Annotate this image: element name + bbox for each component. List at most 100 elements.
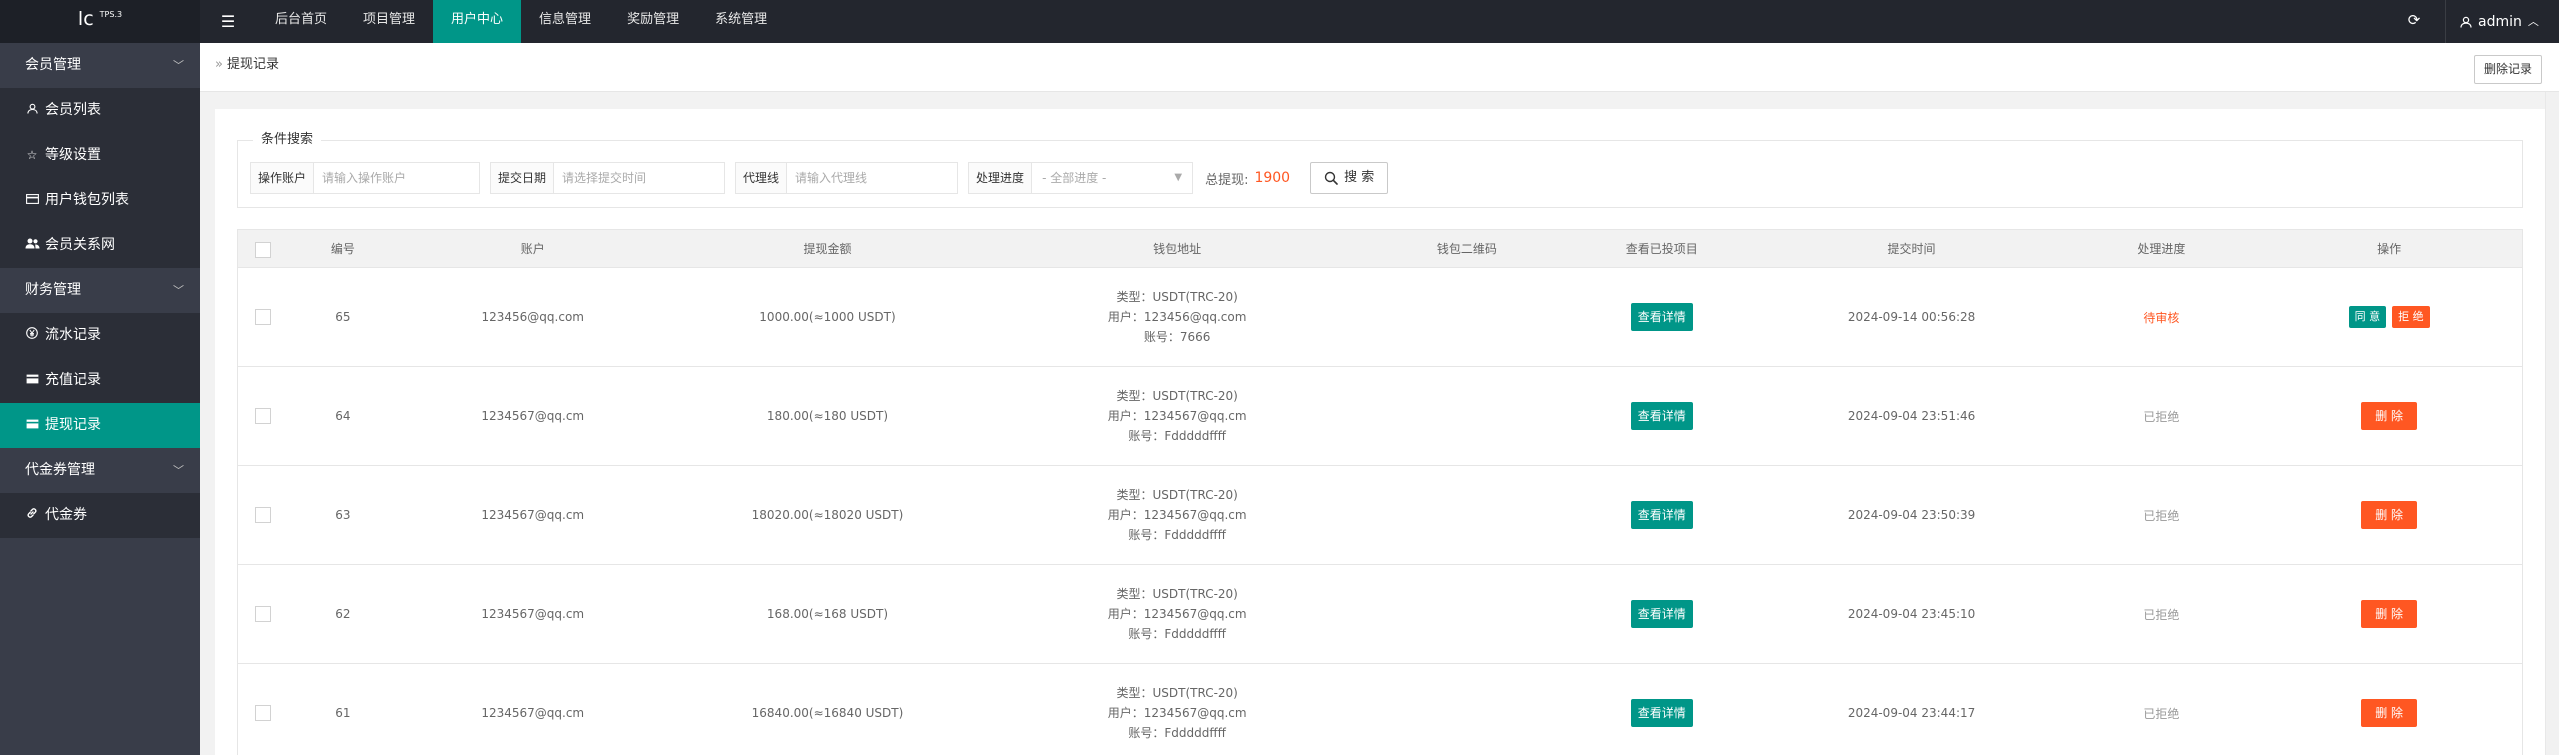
column-header[interactable]: 账户: [398, 230, 668, 267]
row-view-cell: 查看详情: [1567, 600, 1757, 628]
account-input[interactable]: [314, 163, 480, 193]
view-details-button[interactable]: 查看详情: [1630, 303, 1693, 331]
delete-records-button[interactable]: 删除记录: [2473, 55, 2542, 84]
row-time: 2024-09-04 23:51:46: [1847, 409, 1976, 423]
top-nav-info[interactable]: 信息管理: [521, 0, 609, 43]
search-fieldset: 条件搜索 操作账户 提交日期 代理线 处理进度 - 全部进度 - ▼ 总: [237, 131, 2523, 208]
sidebar-item-label: 等级设置: [45, 147, 101, 163]
date-label: 提交日期: [491, 163, 555, 193]
caret-down-icon: ▼: [1174, 172, 1183, 183]
row-status: 已拒绝: [2143, 409, 2180, 424]
top-nav-system[interactable]: 系统管理: [697, 0, 785, 43]
view-details-button[interactable]: 查看详情: [1630, 600, 1693, 628]
reject-button[interactable]: 拒 绝: [2392, 306, 2430, 328]
row-id: 63: [335, 508, 351, 522]
row-id: 62: [335, 607, 351, 621]
logo[interactable]: lc TPS.3: [0, 0, 200, 43]
refresh-icon[interactable]: ⟳: [2400, 0, 2428, 43]
delete-button[interactable]: 删 除: [2361, 600, 2418, 628]
column-header[interactable]: 提交时间: [1757, 230, 2067, 267]
search-icon: [1324, 171, 1338, 185]
row-time: 2024-09-14 00:56:28: [1847, 310, 1976, 324]
column-header[interactable]: 钱包地址: [987, 230, 1367, 267]
row-id: 65: [335, 310, 351, 324]
row-checkbox[interactable]: [254, 705, 271, 721]
delete-button[interactable]: 删 除: [2361, 501, 2418, 529]
wallet-type: 类型：USDT(TRC-20): [1116, 488, 1238, 502]
wallet-number: 账号：Fdddddffff: [1128, 627, 1226, 641]
row-actions: 删 除: [2256, 600, 2522, 628]
wallet-type: 类型：USDT(TRC-20): [1116, 587, 1238, 601]
column-header[interactable]: 提现金额: [668, 230, 988, 267]
account-label: 操作账户: [251, 163, 315, 193]
agent-label: 代理线: [736, 163, 788, 193]
sidebar-group-members[interactable]: 会员管理 ﹀: [0, 43, 200, 88]
card-icon: [25, 403, 39, 448]
breadcrumb-separator-icon: »: [215, 57, 223, 72]
column-header[interactable]: 编号: [288, 230, 398, 267]
row-checkbox[interactable]: [254, 507, 271, 523]
column-header[interactable]: 钱包二维码: [1367, 230, 1567, 267]
menu-toggle-icon[interactable]: ☰: [210, 0, 246, 43]
sidebar-item-member-list[interactable]: 会员列表: [0, 88, 200, 133]
view-details-button[interactable]: 查看详情: [1630, 402, 1693, 430]
search-button[interactable]: 搜 索: [1310, 162, 1389, 194]
row-wallet: 类型：USDT(TRC-20) 用户：1234567@qq.cm 账号：Fddd…: [987, 386, 1367, 446]
agent-input[interactable]: [787, 163, 958, 193]
user-menu[interactable]: admin ︿: [2460, 0, 2539, 43]
top-nav-projects[interactable]: 项目管理: [345, 0, 433, 43]
delete-button[interactable]: 删 除: [2361, 402, 2418, 430]
top-header: lc TPS.3 ☰ 后台首页 项目管理 用户中心 信息管理 奖励管理 系统管理 …: [0, 0, 2559, 43]
row-checkbox-cell: [238, 705, 288, 721]
row-checkbox[interactable]: [254, 309, 271, 325]
view-details-button[interactable]: 查看详情: [1630, 699, 1693, 727]
sidebar: 会员管理 ﹀ 会员列表 ☆ 等级设置 用户钱包列表 会员关系网 财务管理 ﹀ 流…: [0, 43, 200, 755]
top-nav-rewards[interactable]: 奖励管理: [609, 0, 697, 43]
row-amount: 168.00(≈168 USDT): [766, 607, 889, 621]
top-nav: 后台首页 项目管理 用户中心 信息管理 奖励管理 系统管理: [257, 0, 785, 43]
breadcrumb: » 提现记录: [215, 43, 279, 87]
sidebar-item-label: 流水记录: [45, 327, 101, 343]
row-amount: 18020.00(≈18020 USDT): [751, 508, 904, 522]
column-header[interactable]: 操作: [2256, 230, 2522, 267]
link-icon: [25, 493, 39, 538]
search-button-label: 搜 索: [1344, 170, 1375, 185]
search-legend: 条件搜索: [253, 131, 322, 149]
sidebar-item-withdrawals[interactable]: 提现记录: [0, 403, 200, 448]
row-view-cell: 查看详情: [1567, 303, 1757, 331]
approve-button[interactable]: 同 意: [2348, 306, 2387, 328]
sidebar-item-label: 用户钱包列表: [45, 192, 129, 208]
select-all-checkbox[interactable]: [254, 241, 271, 258]
select-all-cell: [238, 230, 288, 267]
sidebar-item-level-settings[interactable]: ☆ 等级设置: [0, 133, 200, 178]
row-view-cell: 查看详情: [1567, 699, 1757, 727]
sidebar-item-recharge[interactable]: 充值记录: [0, 358, 200, 403]
row-account: 1234567@qq.cm: [481, 706, 585, 720]
sidebar-item-member-network[interactable]: 会员关系网: [0, 223, 200, 268]
column-header[interactable]: 处理进度: [2066, 230, 2256, 267]
chevron-down-icon: ﹀: [173, 59, 184, 72]
chevron-down-icon: ﹀: [173, 284, 184, 297]
chevron-down-icon: ﹀: [173, 464, 184, 477]
row-checkbox[interactable]: [254, 408, 271, 424]
row-checkbox[interactable]: [254, 606, 271, 622]
sidebar-item-wallet-list[interactable]: 用户钱包列表: [0, 178, 200, 223]
sidebar-group-finance[interactable]: 财务管理 ﹀: [0, 268, 200, 313]
row-id: 61: [335, 706, 351, 720]
view-details-button[interactable]: 查看详情: [1630, 501, 1693, 529]
top-nav-home[interactable]: 后台首页: [257, 0, 345, 43]
delete-button[interactable]: 删 除: [2361, 699, 2418, 727]
row-view-cell: 查看详情: [1567, 501, 1757, 529]
column-header[interactable]: 查看已投项目: [1567, 230, 1757, 267]
header-divider: [2445, 0, 2446, 43]
sidebar-item-voucher[interactable]: 代金券: [0, 493, 200, 538]
row-wallet: 类型：USDT(TRC-20) 用户：1234567@qq.cm 账号：Fddd…: [987, 485, 1367, 545]
sidebar-group-vouchers[interactable]: 代金券管理 ﹀: [0, 448, 200, 493]
top-nav-user-center[interactable]: 用户中心: [433, 0, 522, 43]
date-input[interactable]: [554, 163, 725, 193]
main-panel: 条件搜索 操作账户 提交日期 代理线 处理进度 - 全部进度 - ▼ 总: [215, 109, 2545, 755]
progress-select[interactable]: - 全部进度 - ▼: [1032, 163, 1192, 193]
vertical-scrollbar[interactable]: [2545, 92, 2559, 755]
sidebar-item-transactions[interactable]: 流水记录: [0, 313, 200, 358]
row-status: 已拒绝: [2143, 706, 2180, 721]
